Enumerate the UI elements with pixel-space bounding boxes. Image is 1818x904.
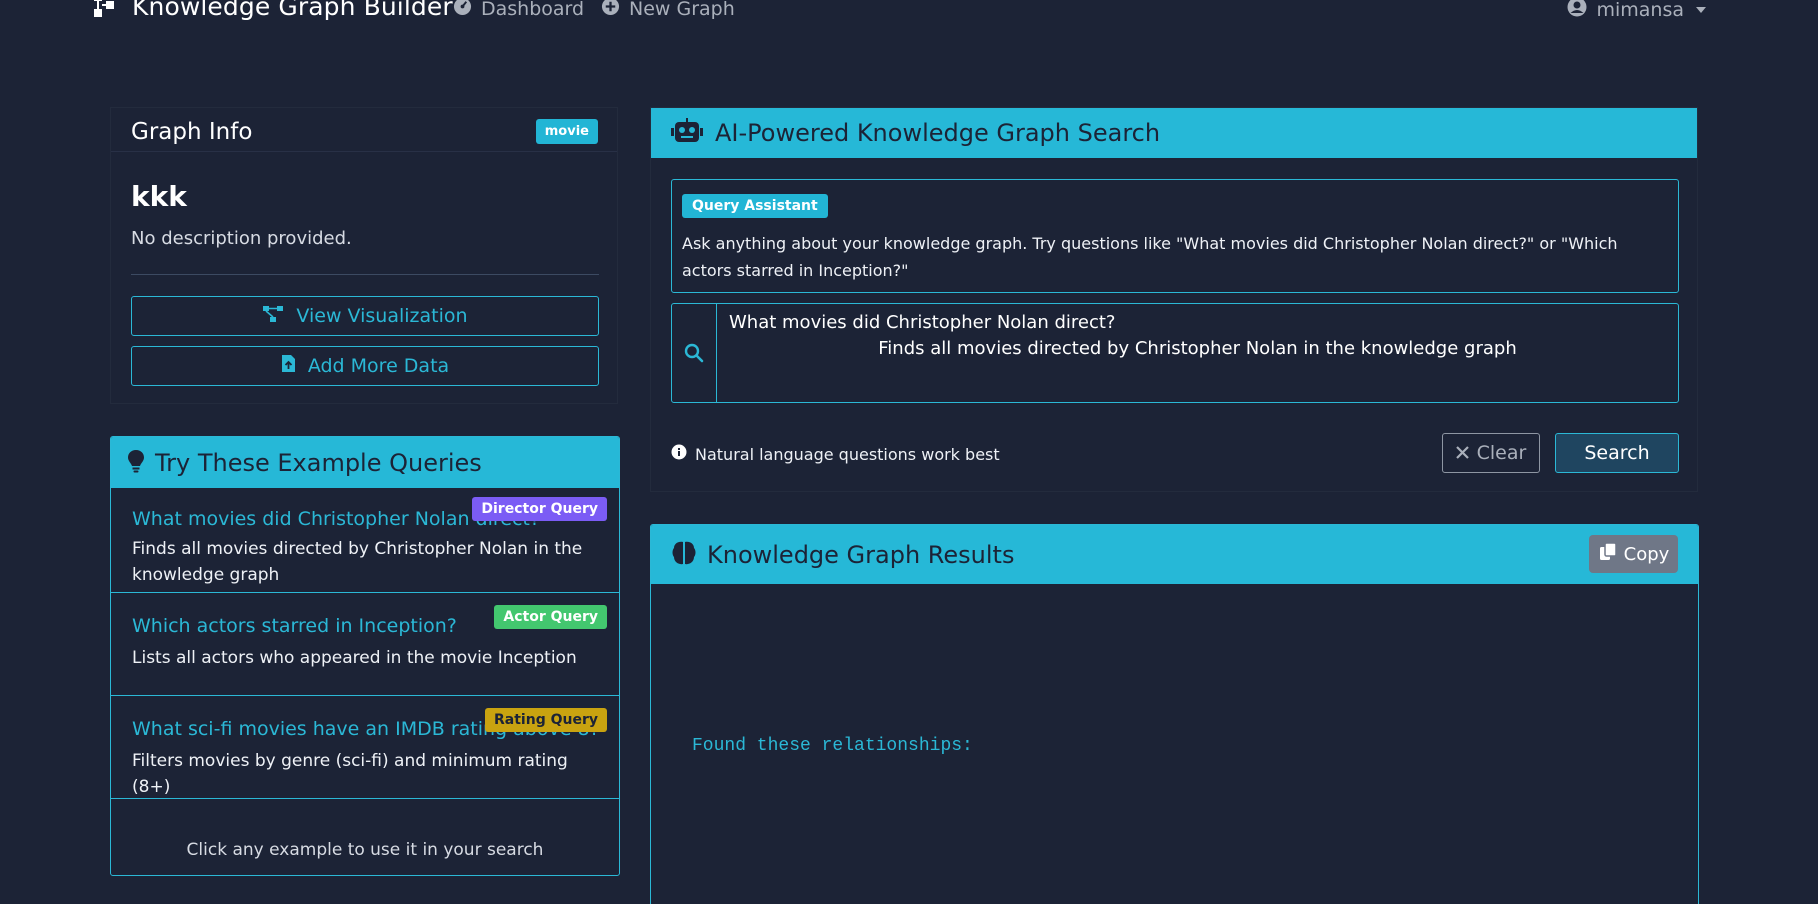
- graph-info-header: Graph Info movie: [111, 108, 617, 152]
- results-title: Knowledge Graph Results: [707, 540, 1015, 569]
- search-hint: Natural language questions work best: [671, 444, 1000, 464]
- brand[interactable]: Knowledge Graph Builder: [92, 0, 453, 21]
- graph-logo-icon: [92, 0, 118, 21]
- search-input-subtext: Finds all movies directed by Christopher…: [878, 338, 1517, 359]
- info-icon: [671, 444, 687, 464]
- close-icon: [1455, 442, 1469, 464]
- example-queries-header: Try These Example Queries: [111, 437, 619, 488]
- robot-icon: [671, 118, 703, 148]
- search-title: AI-Powered Knowledge Graph Search: [715, 119, 1161, 147]
- add-more-data-button[interactable]: Add More Data: [131, 346, 599, 386]
- username: mimansa: [1596, 0, 1684, 21]
- results-text: Found these relationships:: [692, 736, 973, 756]
- nav-new-graph-label: New Graph: [629, 0, 735, 20]
- user-avatar-icon: [1567, 0, 1587, 22]
- graph-info-title: Graph Info: [131, 119, 253, 145]
- example-query-description: Filters movies by genre (sci-fi) and min…: [132, 751, 568, 797]
- results-header: Knowledge Graph Results Copy: [651, 525, 1698, 584]
- plus-circle-icon: [601, 0, 620, 21]
- example-query-description: Lists all actors who appeared in the mov…: [132, 648, 577, 668]
- example-query-item[interactable]: Which actors starred in Inception? Actor…: [111, 593, 619, 696]
- results-card: Knowledge Graph Results Copy Found these…: [650, 524, 1699, 904]
- example-queries-title: Try These Example Queries: [155, 448, 482, 477]
- example-query-text: Which actors starred in Inception?: [132, 615, 457, 637]
- graph-description: No description provided.: [131, 228, 352, 249]
- graph-type-badge: movie: [535, 119, 598, 144]
- results-body: Found these relationships:: [651, 584, 1698, 904]
- copy-button-label: Copy: [1623, 543, 1670, 565]
- file-upload-icon: [281, 354, 296, 378]
- nav-new-graph-link[interactable]: New Graph: [601, 0, 735, 21]
- search-input-group: Finds all movies directed by Christopher…: [671, 303, 1679, 403]
- search-header: AI-Powered Knowledge Graph Search: [651, 108, 1697, 158]
- query-assistant-box: Query Assistant Ask anything about your …: [671, 179, 1679, 293]
- nav-dashboard-link[interactable]: Dashboard: [453, 0, 584, 21]
- chevron-down-icon: [1696, 6, 1706, 13]
- view-visualization-label: View Visualization: [296, 305, 468, 327]
- example-queries-card: Try These Example Queries What movies di…: [110, 436, 620, 876]
- graph-name: kkk: [131, 180, 187, 213]
- network-icon: [262, 305, 284, 328]
- query-assistant-badge: Query Assistant: [682, 194, 828, 218]
- brand-title: Knowledge Graph Builder: [132, 0, 453, 21]
- nav-dashboard-label: Dashboard: [481, 0, 585, 20]
- example-query-item[interactable]: What movies did Christopher Nolan direct…: [111, 488, 619, 593]
- clear-button[interactable]: Clear: [1442, 433, 1540, 473]
- copy-button[interactable]: Copy: [1589, 535, 1678, 573]
- example-queries-footer: Click any example to use it in your sear…: [186, 840, 544, 860]
- example-query-description: Finds all movies directed by Christopher…: [132, 539, 583, 585]
- query-assistant-text: Ask anything about your knowledge graph.…: [682, 234, 1618, 280]
- search-button[interactable]: Search: [1555, 433, 1679, 473]
- copy-icon: [1598, 541, 1618, 567]
- navbar: Knowledge Graph Builder Dashboard New Gr…: [0, 0, 1818, 30]
- actor-query-badge: Actor Query: [494, 605, 607, 629]
- lightbulb-icon: [127, 449, 145, 477]
- user-menu[interactable]: mimansa: [1567, 0, 1706, 22]
- add-more-data-label: Add More Data: [307, 355, 450, 377]
- rating-query-badge: Rating Query: [485, 708, 607, 732]
- brain-icon: [671, 540, 697, 570]
- divider: [131, 274, 599, 275]
- clear-button-label: Clear: [1476, 442, 1527, 464]
- example-query-item[interactable]: What sci-fi movies have an IMDB rating a…: [111, 696, 619, 799]
- search-card: AI-Powered Knowledge Graph Search Query …: [650, 107, 1698, 492]
- graph-info-card: Graph Info movie kkk No description prov…: [110, 107, 618, 404]
- search-icon: [672, 304, 717, 402]
- view-visualization-button[interactable]: View Visualization: [131, 296, 599, 336]
- director-query-badge: Director Query: [472, 497, 607, 521]
- dashboard-icon: [453, 0, 472, 21]
- search-hint-text: Natural language questions work best: [695, 444, 1000, 464]
